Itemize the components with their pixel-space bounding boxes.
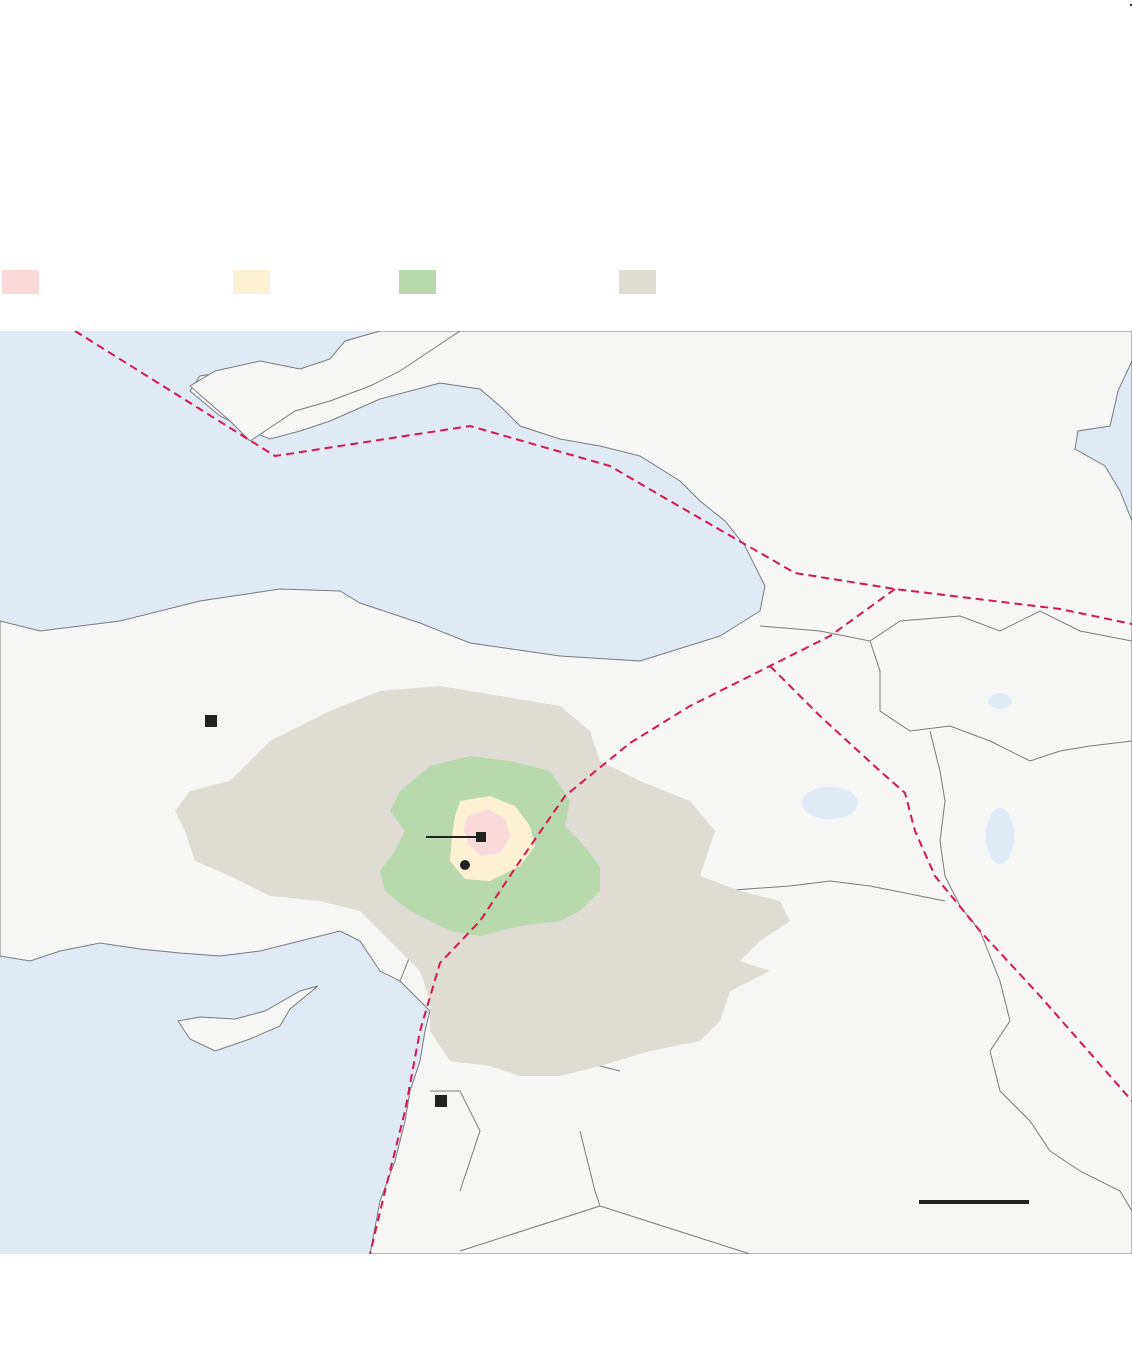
city-marker-aleppo (435, 1095, 447, 1107)
lake-urmia (986, 808, 1014, 864)
legend-swatch-light (619, 270, 656, 294)
map-legend (0, 268, 1132, 296)
map[interactable] (0, 331, 1132, 1254)
legend-swatch-severe (2, 270, 39, 294)
map-svg (0, 331, 1132, 1254)
epicenter-icon (460, 860, 470, 870)
legend-swatch-strong (233, 270, 270, 294)
lake-sevan (988, 693, 1012, 709)
legend-swatch-moderate (399, 270, 436, 294)
city-marker-ankara (205, 715, 217, 727)
lake-van (802, 787, 858, 819)
city-marker-gaziantep (476, 832, 486, 842)
